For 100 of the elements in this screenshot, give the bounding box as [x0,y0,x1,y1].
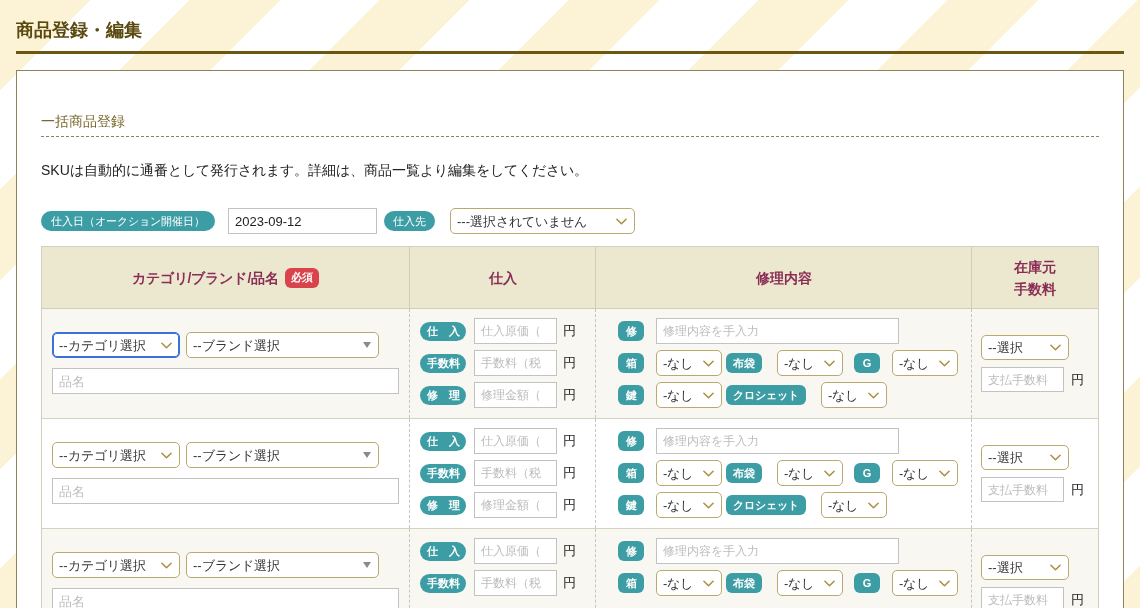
option-select[interactable]: -なし [656,460,722,486]
chevron-down-icon [868,501,879,509]
category-select[interactable]: --カテゴリ選択 [52,332,180,358]
option-label: 修 [618,541,644,561]
item-name-field[interactable]: 品名 [52,368,399,394]
yen-unit: 円 [563,543,576,559]
option-label: 布袋 [726,463,762,483]
chevron-down-icon [703,579,714,587]
yen-unit: 円 [1071,591,1084,608]
option-select[interactable]: -なし [777,570,843,596]
option-select[interactable]: -なし [777,460,843,486]
option-select[interactable]: -なし [892,350,958,376]
stock-select[interactable]: --選択 [981,445,1069,470]
option-label: G [854,463,880,483]
chevron-down-icon [939,359,950,367]
cost-type-label: 手数料 [420,573,466,593]
column-header: 仕入 [488,268,517,288]
chevron-down-icon [161,451,172,459]
cost-type-label: 手数料 [420,353,466,373]
category-select[interactable]: --カテゴリ選択 [52,442,180,468]
option-select[interactable]: -なし [821,382,887,408]
repair-note-field[interactable]: 修理内容を手入力 [656,318,899,344]
supplier-select[interactable]: ---選択されていません [450,208,635,234]
stock-select[interactable]: --選択 [981,555,1069,580]
option-select[interactable]: -なし [821,492,887,518]
chevron-down-icon [1050,454,1061,461]
option-label: 箱 [618,463,644,483]
yen-unit: 円 [563,355,576,371]
option-label: 箱 [618,353,644,373]
notice-text: SKUは自動的に通番として発行されます。詳細は、商品一覧より編集をしてください。 [41,161,588,180]
brand-select[interactable]: --ブランド選択 [186,332,379,358]
caret-down-icon [363,452,371,458]
chevron-down-icon [939,579,950,587]
fee-field[interactable]: 支払手数料 [981,477,1064,502]
stock-select[interactable]: --選択 [981,335,1069,360]
option-select[interactable]: -なし [892,460,958,486]
yen-unit: 円 [563,387,576,403]
option-label: 修 [618,431,644,451]
chevron-down-icon [703,501,714,509]
option-select[interactable]: -なし [656,382,722,408]
option-label: クロシェット [726,385,806,405]
brand-select[interactable]: --ブランド選択 [186,442,379,468]
cost-type-label: 仕 入 [420,431,466,451]
option-label: クロシェット [726,495,806,515]
yen-unit: 円 [563,433,576,449]
option-select[interactable]: -なし [892,570,958,596]
repair-note-field[interactable]: 修理内容を手入力 [656,538,899,564]
date-field[interactable]: 2023-09-12 [228,208,377,234]
option-label: 布袋 [726,573,762,593]
option-label: G [854,573,880,593]
chevron-down-icon [824,359,835,367]
cost-field[interactable]: 修理金額（ [474,382,557,408]
cost-type-label: 仕 入 [420,541,466,561]
supplier-label: 仕入先 [384,211,435,231]
section-title: 一括商品登録 [41,112,125,131]
chevron-down-icon [1050,564,1061,571]
column-header: 在庫元手数料 [1014,257,1056,299]
yen-unit: 円 [563,465,576,481]
cost-field[interactable]: 手数料（税 [474,460,557,486]
cost-field[interactable]: 手数料（税 [474,570,557,596]
yen-unit: 円 [563,575,576,591]
option-select[interactable]: -なし [656,350,722,376]
option-select[interactable]: -なし [656,570,722,596]
option-select[interactable]: -なし [777,350,843,376]
yen-unit: 円 [563,323,576,339]
cost-field[interactable]: 修理金額（ [474,492,557,518]
fee-field[interactable]: 支払手数料 [981,587,1064,608]
purchase-date-label: 仕入日（オークション開催日） [41,211,215,231]
cost-field[interactable]: 仕入原価（ [474,428,557,454]
category-select[interactable]: --カテゴリ選択 [52,552,180,578]
item-name-field[interactable]: 品名 [52,588,399,608]
cost-field[interactable]: 仕入原価（ [474,538,557,564]
caret-down-icon [363,342,371,348]
option-select[interactable]: -なし [656,492,722,518]
yen-unit: 円 [1071,481,1084,498]
cost-type-label: 修 理 [420,495,466,515]
chevron-down-icon [868,391,879,399]
column-header: カテゴリ/ブランド/品名 [131,268,280,288]
option-label: 布袋 [726,353,762,373]
cost-field[interactable]: 仕入原価（ [474,318,557,344]
repair-note-field[interactable]: 修理内容を手入力 [656,428,899,454]
cost-field[interactable]: 手数料（税 [474,350,557,376]
fee-field[interactable]: 支払手数料 [981,367,1064,392]
chevron-down-icon [703,359,714,367]
yen-unit: 円 [1071,371,1084,388]
cost-type-label: 仕 入 [420,321,466,341]
chevron-down-icon [703,469,714,477]
brand-select[interactable]: --ブランド選択 [186,552,379,578]
chevron-down-icon [1050,344,1061,351]
option-label: G [854,353,880,373]
option-label: 鍵 [618,495,644,515]
chevron-down-icon [824,579,835,587]
cost-type-label: 手数料 [420,463,466,483]
chevron-down-icon [161,341,172,349]
chevron-down-icon [824,469,835,477]
page-title: 商品登録・編集 [16,19,142,41]
item-name-field[interactable]: 品名 [52,478,399,504]
chevron-down-icon [616,217,627,225]
yen-unit: 円 [563,497,576,513]
option-label: 鍵 [618,385,644,405]
